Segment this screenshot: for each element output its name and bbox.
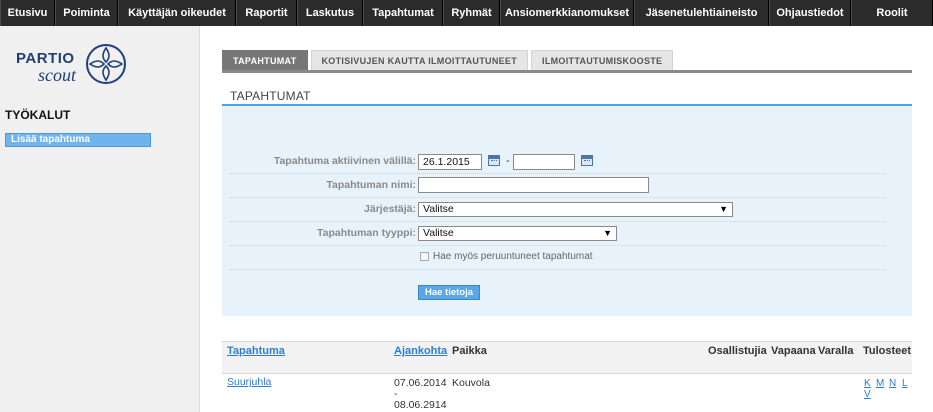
report-link-k[interactable]: K: [864, 378, 871, 389]
nav-item-poiminta[interactable]: Poiminta: [55, 0, 118, 26]
nav-item-etusivu[interactable]: Etusivu: [0, 0, 55, 26]
event-end-date: 08.06.2914: [394, 399, 447, 411]
top-navigation: Etusivu Poiminta Käyttäjän oikeudet Raporti…: [0, 0, 933, 26]
section-title: TAPAHTUMAT: [230, 89, 311, 103]
date-separator: -: [506, 155, 510, 167]
column-header-period[interactable]: Ajankohta: [394, 345, 447, 357]
event-name-input[interactable]: [418, 177, 649, 193]
form-row-organizer: Järjestäjä: Valitse ▼: [230, 198, 886, 222]
active-between-label: Tapahtuma aktiivinen välillä:: [273, 155, 416, 167]
column-header-free: Vapaana: [771, 345, 816, 357]
nav-item-käyttäjän-oikeudet[interactable]: Käyttäjän oikeudet: [118, 0, 236, 26]
sidebar: PARTIO scout TYÖKALUT Lisää tapahtuma: [0, 26, 200, 412]
report-link-n[interactable]: N: [889, 378, 896, 389]
column-header-place: Paikka: [452, 345, 487, 357]
event-name-label: Tapahtuman nimi:: [326, 179, 416, 191]
logo-word-scout: scout: [38, 65, 76, 85]
dropdown-arrow-icon: ▼: [603, 228, 612, 238]
tab-bar: TAPAHTUMAT KOTISIVUJEN KAUTTA ILMOITTAUTU…: [222, 50, 676, 70]
search-panel: Tapahtuma aktiivinen välillä: 26.1.2015 …: [222, 106, 912, 316]
date-from-input[interactable]: 26.1.2015: [418, 154, 482, 170]
form-row-event-name: Tapahtuman nimi:: [230, 174, 886, 198]
tab-tapahtumat[interactable]: TAPAHTUMAT: [222, 50, 308, 70]
nav-item-ryhmät[interactable]: Ryhmät: [443, 0, 500, 26]
event-name-link[interactable]: Suurjuhla: [227, 376, 271, 388]
include-cancelled-checkbox[interactable]: [420, 252, 429, 261]
nav-item-tapahtumat[interactable]: Tapahtumat: [363, 0, 443, 26]
organizer-select-value: Valitse: [423, 203, 454, 215]
organizer-label: Järjestäjä:: [364, 203, 416, 215]
report-link-v[interactable]: V: [864, 389, 871, 400]
add-event-link[interactable]: Lisää tapahtuma: [5, 133, 151, 147]
event-start-date: 07.06.2014: [394, 377, 447, 389]
nav-item-laskutus[interactable]: Laskutus: [297, 0, 363, 26]
tab-ilmoittautumiskooste[interactable]: ILMOITTAUTUMISKOOSTE: [531, 50, 674, 70]
form-row-event-type: Tapahtuman tyyppi: Valitse ▼: [230, 222, 886, 246]
nav-item-roolit[interactable]: Roolit: [851, 0, 933, 26]
scout-lily-icon: [86, 44, 126, 84]
tab-kotisivujen-kautta-ilmoittautuneet[interactable]: KOTISIVUJEN KAUTTA ILMOITTAUTUNEET: [310, 50, 529, 70]
column-header-reserve: Varalla: [818, 345, 854, 357]
nav-item-ansiomerkkianomukset[interactable]: Ansiomerkkianomukset: [500, 0, 634, 26]
column-header-event[interactable]: Tapahtuma: [227, 345, 285, 357]
dropdown-arrow-icon: ▼: [719, 204, 728, 214]
fetch-data-button[interactable]: Hae tietoja: [418, 285, 480, 300]
column-header-reports: Tulosteet: [863, 345, 912, 357]
event-place: Kouvola: [452, 377, 490, 389]
nav-item-jäsenetulehtiaineisto[interactable]: Jäsenetulehtiaineisto: [634, 0, 769, 26]
results-table-header: Tapahtuma Ajankohta Paikka Osallistujia …: [222, 341, 912, 374]
organizer-select[interactable]: Valitse ▼: [418, 202, 733, 217]
column-header-participants: Osallistujia: [708, 345, 767, 357]
event-type-label: Tapahtuman tyyppi:: [317, 227, 416, 239]
form-row-cancelled: Hae myös peruuntuneet tapahtumat: [230, 246, 886, 270]
tools-heading: TYÖKALUT: [5, 108, 71, 122]
date-to-input[interactable]: [513, 154, 575, 170]
event-type-select-value: Valitse: [423, 227, 454, 239]
form-row-active-between: Tapahtuma aktiivinen välillä: 26.1.2015 …: [230, 150, 886, 174]
tab-underline: [222, 70, 912, 73]
calendar-to-icon[interactable]: [581, 155, 593, 166]
event-type-select[interactable]: Valitse ▼: [418, 226, 617, 241]
calendar-from-icon[interactable]: [488, 155, 500, 166]
include-cancelled-label: Hae myös peruuntuneet tapahtumat: [433, 251, 593, 262]
partio-scout-logo[interactable]: PARTIO scout: [16, 40, 136, 90]
report-link-m[interactable]: M: [876, 378, 884, 389]
report-link-l[interactable]: L: [902, 378, 908, 389]
nav-item-ohjaustiedot[interactable]: Ohjaustiedot: [769, 0, 851, 26]
nav-item-raportit[interactable]: Raportit: [236, 0, 297, 26]
